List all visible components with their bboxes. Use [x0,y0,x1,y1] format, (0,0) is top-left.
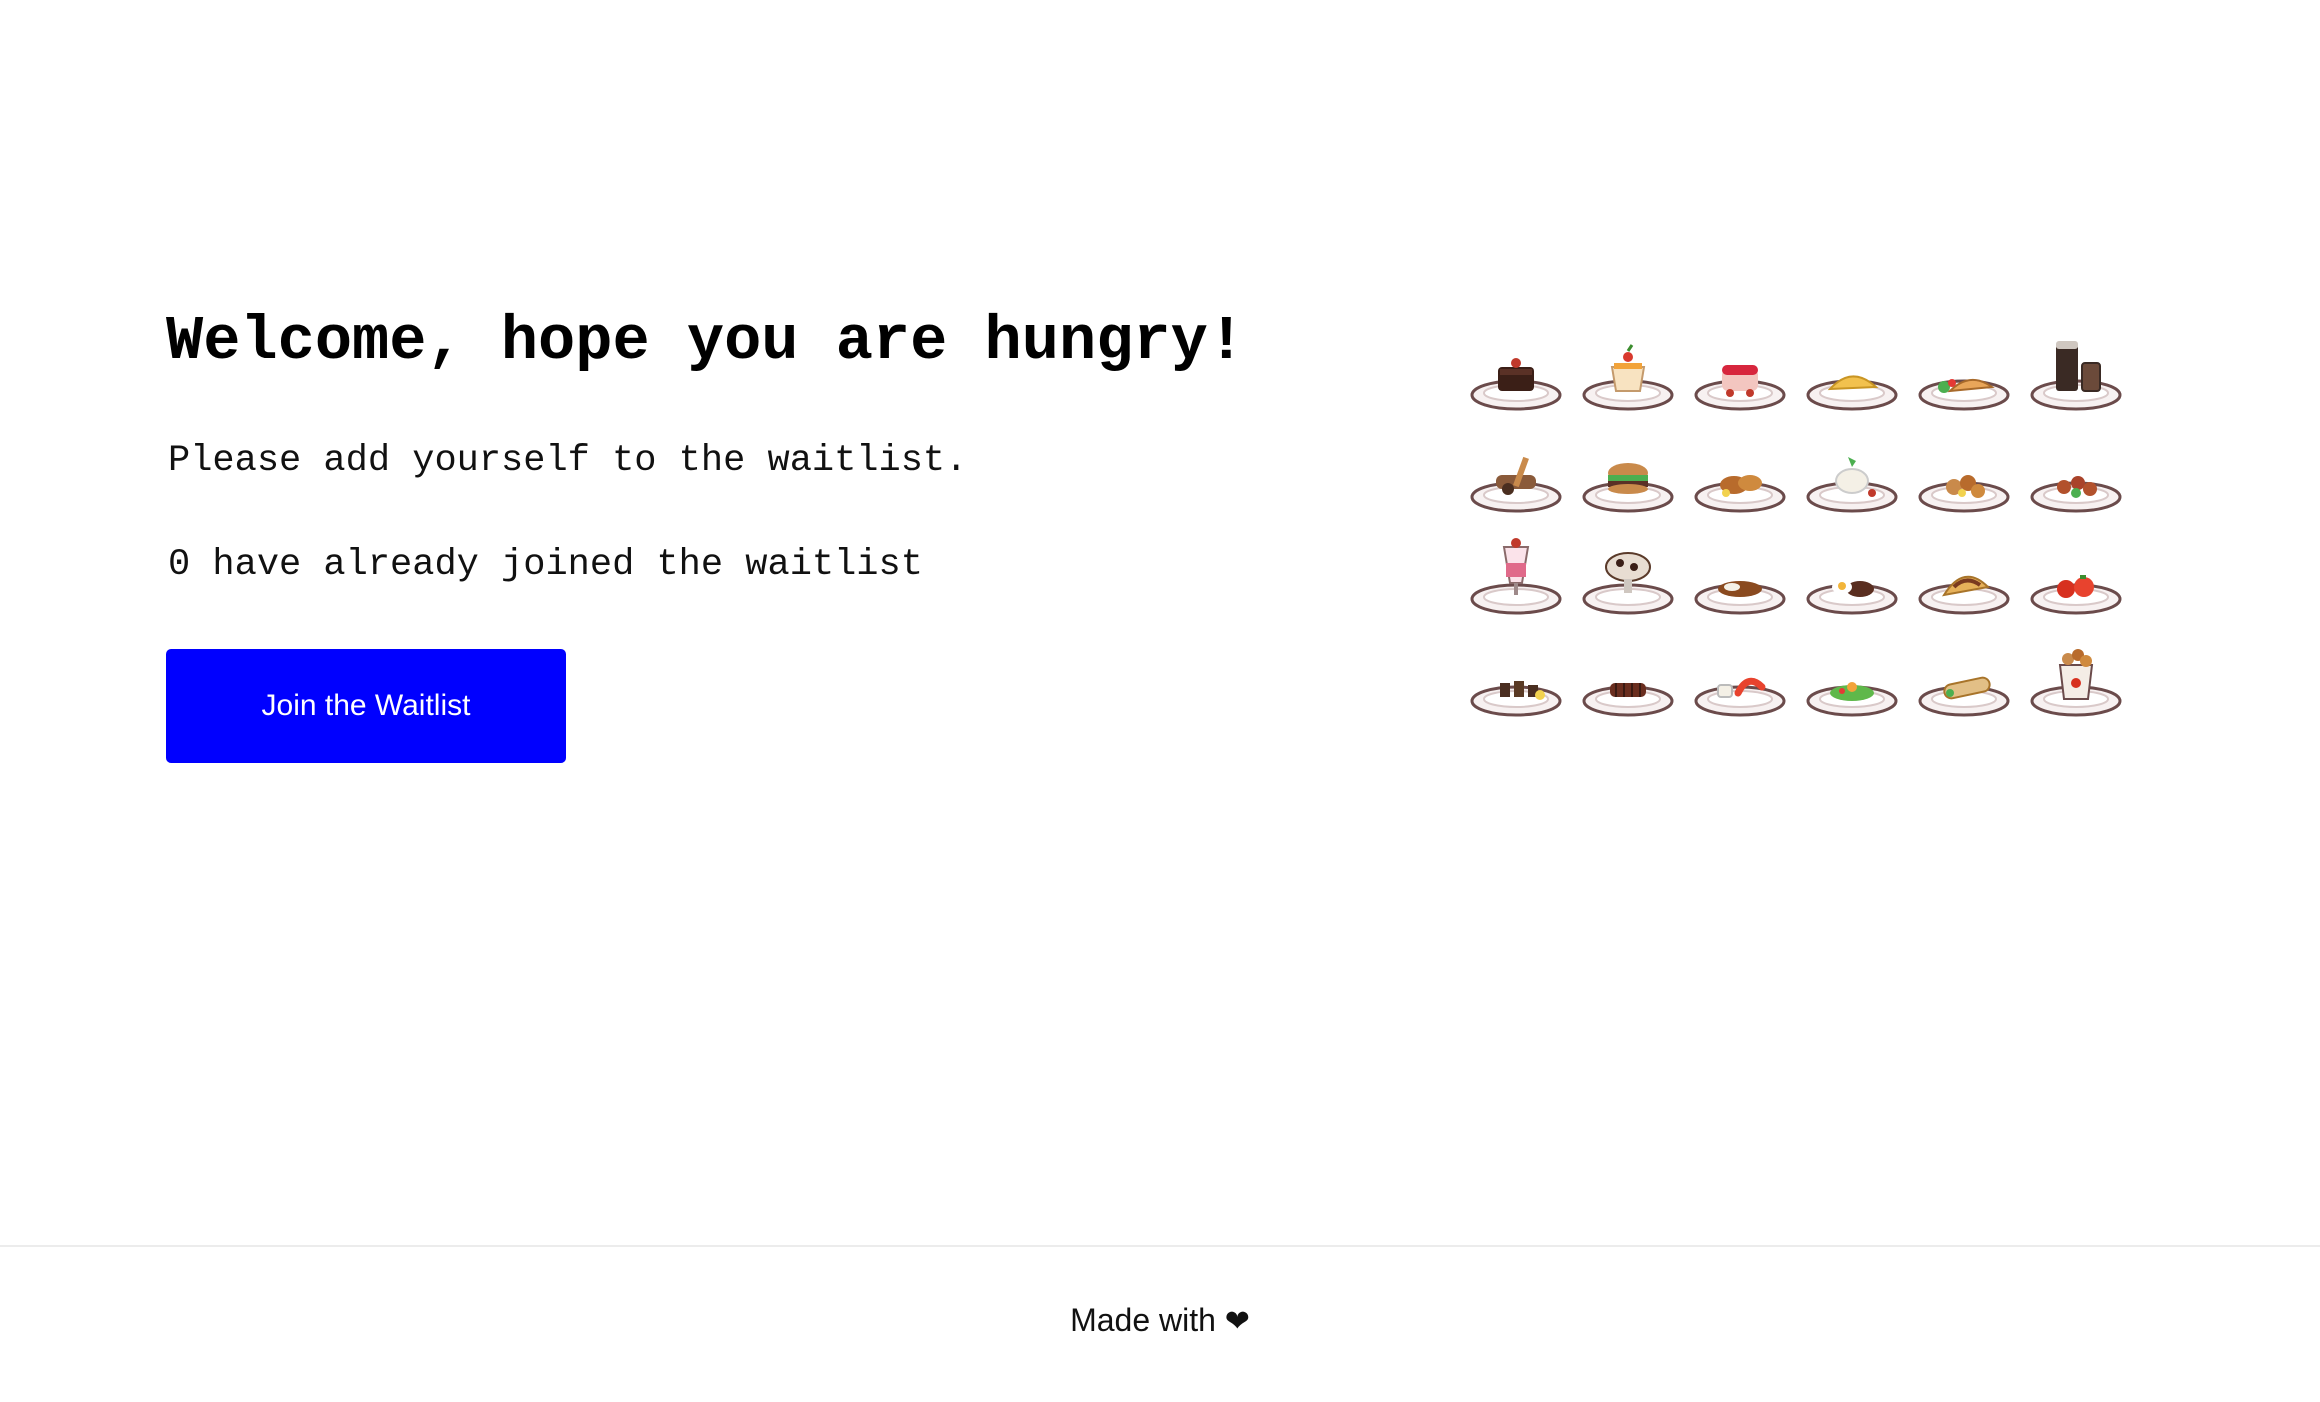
salad-icon [1796,621,1908,723]
page-title: Welcome, hope you are hungry! [166,306,1245,377]
footer-divider [0,1245,2320,1247]
nuggets-icon [1908,417,2020,519]
drinks-icon [2020,315,2132,417]
waitlist-count: 0 have already joined the waitlist [168,544,923,586]
food-grid [1460,315,2140,717]
burrito-icon [1908,621,2020,723]
waitlist-subtitle: Please add yourself to the waitlist. [168,440,968,482]
strawberry-cake-icon [1684,315,1796,417]
page: Welcome, hope you are hungry! Please add… [0,0,2320,1402]
heart-icon: ❤ [1224,1304,1250,1339]
skewers-icon [1460,621,1572,723]
footer-text: Made with [1070,1302,1216,1338]
tomato-icon [2020,519,2132,621]
meatballs-icon [2020,417,2132,519]
join-waitlist-button[interactable]: Join the Waitlist [166,649,566,763]
fried-chicken-icon [1684,417,1796,519]
curry-icon [1684,519,1796,621]
rice-dish-icon [1796,417,1908,519]
chocolate-cake-icon [1460,315,1572,417]
taco-icon [1908,519,2020,621]
burger-icon [1572,417,1684,519]
steak-egg-icon [1796,519,1908,621]
footer: Made with ❤ [0,1300,2320,1342]
crepe-salad-icon [1908,315,2020,417]
sundae-icon [1572,519,1684,621]
pudding-icon [1572,315,1684,417]
chicken-bucket-icon [2020,621,2132,723]
omelette-icon [1796,315,1908,417]
hero-section: Welcome, hope you are hungry! Please add… [166,300,1366,763]
churros-icon [1460,417,1572,519]
milkshake-icon [1460,519,1572,621]
ribs-icon [1572,621,1684,723]
shrimp-icon [1684,621,1796,723]
